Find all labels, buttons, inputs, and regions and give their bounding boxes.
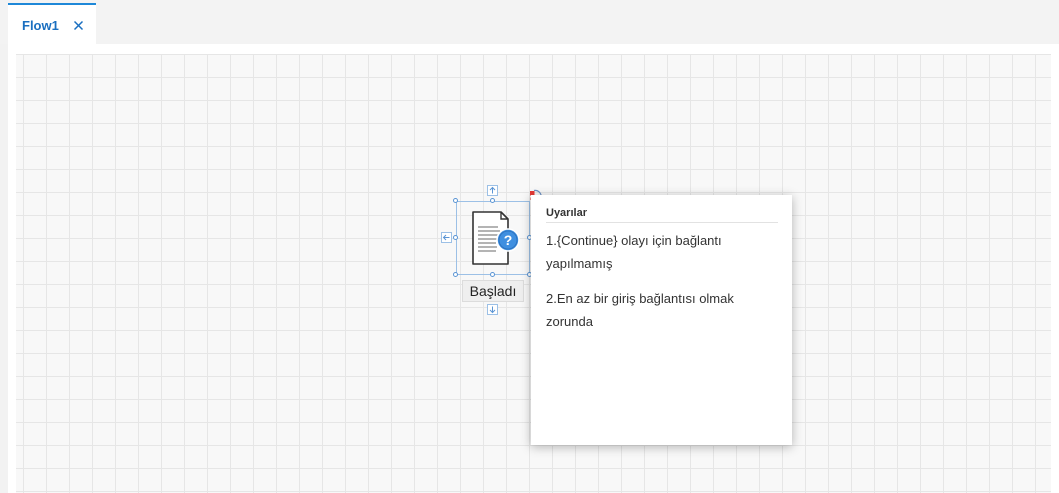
tab-label: Flow1 <box>22 18 59 33</box>
tab-bar: Flow1 <box>0 0 1059 44</box>
warning-item: 1.{Continue} olayı için bağlantı yapılma… <box>546 233 722 271</box>
close-icon[interactable] <box>70 16 86 32</box>
flow-canvas[interactable]: ? Başladı Uyarılar 1.{Continue} olayı iç… <box>16 54 1051 493</box>
port-bottom-arrow-down-icon[interactable] <box>487 304 498 315</box>
content-area: ? Başladı Uyarılar 1.{Continue} olayı iç… <box>8 44 1059 493</box>
flow-designer: Flow1 ? Başladı Uyarılar 1.{Continue} ol… <box>0 0 1059 493</box>
port-left-arrow-left-icon[interactable] <box>441 232 452 243</box>
tab-flow1[interactable]: Flow1 <box>8 3 96 44</box>
document-question-icon[interactable]: ? <box>470 210 526 266</box>
node-label[interactable]: Başladı <box>462 280 524 302</box>
resize-handle-bottom[interactable] <box>490 272 495 277</box>
resize-handle-left[interactable] <box>453 235 458 240</box>
warnings-popup: Uyarılar 1.{Continue} olayı için bağlant… <box>531 195 792 445</box>
resize-handle-top[interactable] <box>490 198 495 203</box>
port-top-arrow-up-icon[interactable] <box>487 185 498 196</box>
resize-handle-bottom-left[interactable] <box>453 272 458 277</box>
warnings-title: Uyarılar <box>546 207 778 223</box>
resize-handle-top-left[interactable] <box>453 198 458 203</box>
warning-item: 2.En az bir giriş bağlantısı olmak zorun… <box>546 291 734 329</box>
svg-text:?: ? <box>504 232 513 248</box>
